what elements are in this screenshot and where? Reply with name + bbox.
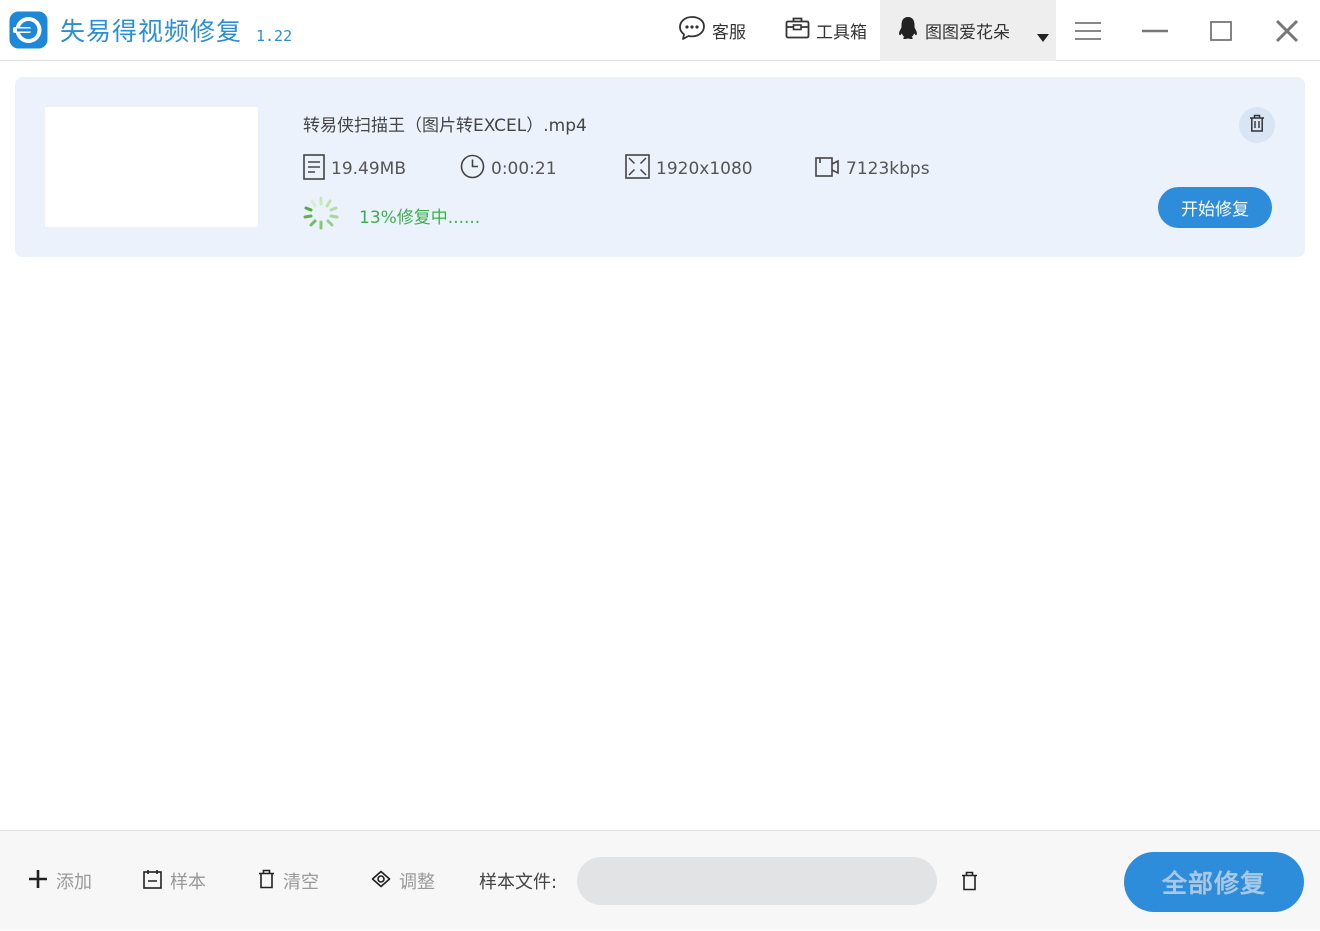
repair-all-button[interactable]: 全部修复 bbox=[1124, 852, 1304, 912]
caret-down-icon[interactable] bbox=[1037, 27, 1049, 46]
start-repair-button[interactable]: 开始修复 bbox=[1158, 187, 1272, 228]
add-button[interactable]: 添加 bbox=[28, 831, 92, 931]
title-bar: 失易得视频修复 1.22 客服 工具箱 图图爱花朵 bbox=[0, 0, 1320, 61]
file-duration: 0:00:21 bbox=[460, 154, 557, 184]
eye-icon bbox=[371, 870, 399, 893]
clear-button[interactable]: 清空 bbox=[258, 831, 319, 931]
minimize-icon[interactable] bbox=[1140, 16, 1170, 46]
resize-icon bbox=[625, 154, 656, 184]
app-version: 1.22 bbox=[256, 27, 293, 45]
close-icon[interactable] bbox=[1272, 16, 1302, 46]
video-camera-icon bbox=[815, 155, 846, 184]
adjust-label: 调整 bbox=[399, 872, 435, 893]
hamburger-icon[interactable] bbox=[1073, 16, 1103, 46]
file-duration-value: 0:00:21 bbox=[491, 159, 557, 179]
briefcase-icon bbox=[785, 16, 816, 45]
trash-icon bbox=[1249, 114, 1265, 136]
calendar-icon bbox=[143, 869, 170, 894]
file-resolution: 1920x1080 bbox=[625, 154, 753, 184]
trash-icon bbox=[258, 869, 283, 894]
file-bitrate: 7123kbps bbox=[815, 155, 930, 183]
chat-bubble-icon bbox=[678, 14, 712, 47]
user-menu[interactable]: 图图爱花朵 bbox=[880, 0, 1056, 61]
spinner-icon bbox=[303, 196, 339, 234]
plus-icon bbox=[28, 869, 56, 894]
add-label: 添加 bbox=[56, 872, 92, 893]
support-button[interactable]: 客服 bbox=[678, 0, 746, 61]
adjust-button[interactable]: 调整 bbox=[371, 831, 435, 931]
user-name: 图图爱花朵 bbox=[925, 23, 1010, 43]
file-name: 转易侠扫描王（图片转EXCEL）.mp4 bbox=[303, 116, 587, 136]
bottom-toolbar: 添加 样本 清空 调整 样本文件: 全部修复 bbox=[0, 830, 1320, 930]
file-resolution-value: 1920x1080 bbox=[656, 159, 753, 179]
user-account[interactable]: 图图爱花朵 bbox=[897, 0, 1010, 61]
sample-button[interactable]: 样本 bbox=[143, 831, 206, 931]
maximize-icon[interactable] bbox=[1206, 16, 1236, 46]
app-title: 失易得视频修复 bbox=[60, 17, 243, 46]
clock-icon bbox=[460, 154, 491, 184]
file-card[interactable]: 转易侠扫描王（图片转EXCEL）.mp4 19.49MB 0:00:21 192… bbox=[15, 77, 1305, 257]
toolbox-button[interactable]: 工具箱 bbox=[785, 0, 867, 61]
sample-label: 样本 bbox=[170, 872, 206, 893]
progress-text: 13%修复中...... bbox=[359, 207, 481, 228]
file-size: 19.49MB bbox=[303, 153, 406, 185]
sample-file-field[interactable] bbox=[577, 857, 937, 905]
trash-icon[interactable] bbox=[957, 868, 981, 894]
repair-progress: 13%修复中...... bbox=[303, 196, 481, 234]
penguin-icon bbox=[897, 16, 925, 45]
document-icon bbox=[303, 153, 331, 185]
delete-file-button[interactable] bbox=[1239, 107, 1275, 143]
video-thumbnail bbox=[45, 107, 258, 227]
file-size-value: 19.49MB bbox=[331, 159, 406, 179]
file-bitrate-value: 7123kbps bbox=[846, 159, 930, 179]
toolbox-label: 工具箱 bbox=[816, 23, 867, 43]
clear-label: 清空 bbox=[283, 872, 319, 893]
app-logo-icon bbox=[9, 11, 48, 49]
support-label: 客服 bbox=[712, 23, 746, 43]
sample-file-label: 样本文件: bbox=[479, 872, 558, 893]
